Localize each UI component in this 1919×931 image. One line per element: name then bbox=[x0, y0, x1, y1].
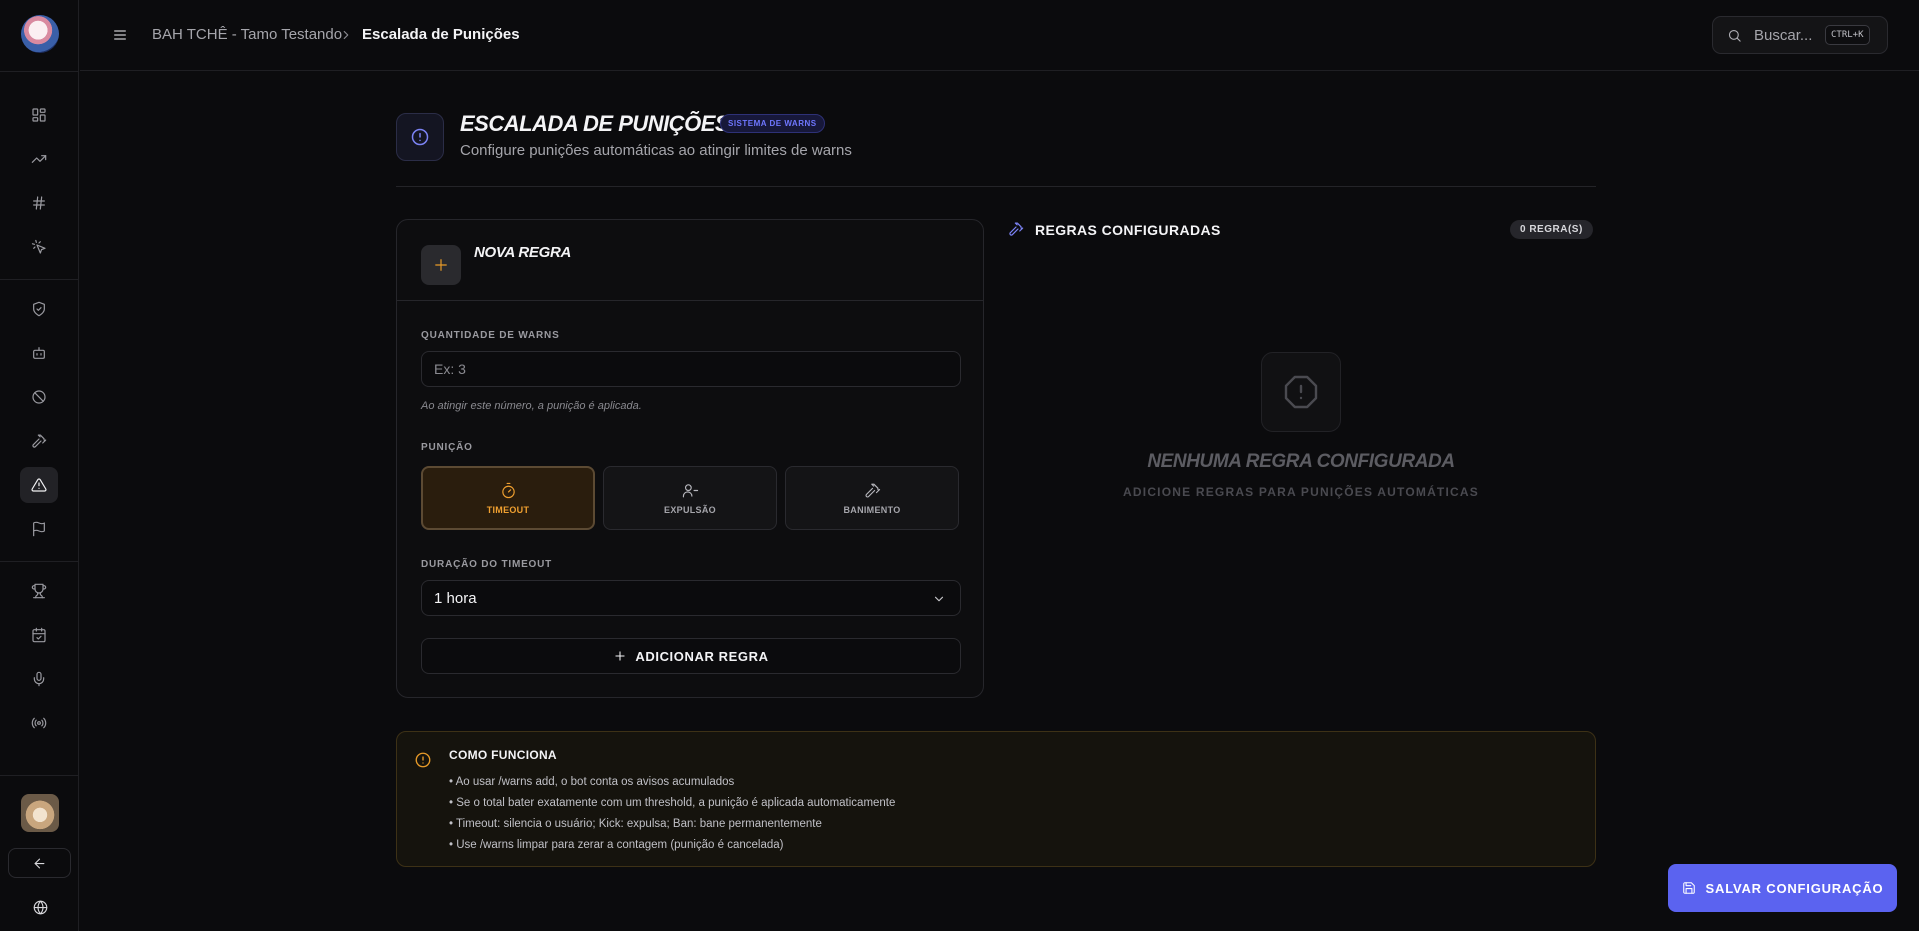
user-avatar[interactable] bbox=[21, 794, 59, 832]
duration-select[interactable]: 1 hora bbox=[421, 580, 961, 616]
hash-icon bbox=[33, 196, 45, 210]
option-ban-label: BANIMENTO bbox=[843, 504, 901, 515]
page-title: ESCALADA DE PUNIÇÕES bbox=[460, 111, 730, 136]
sidebar bbox=[0, 0, 79, 931]
empty-state-icon-box bbox=[1261, 352, 1341, 432]
dashboard-icon bbox=[32, 108, 46, 122]
alert-circle-icon bbox=[414, 751, 432, 769]
save-icon bbox=[1682, 882, 1695, 894]
warns-placeholder: Ex: 3 bbox=[434, 361, 466, 377]
add-rule-button[interactable]: ADICIONAR REGRA bbox=[421, 638, 961, 674]
sparkle-icon bbox=[31, 239, 46, 254]
chevron-down-icon bbox=[932, 592, 946, 606]
server-logo[interactable] bbox=[21, 15, 59, 53]
breadcrumb-current: Escalada de Punições bbox=[362, 26, 520, 43]
duration-value: 1 hora bbox=[434, 590, 477, 607]
page-header-icon bbox=[396, 113, 444, 161]
sidebar-item-reports[interactable] bbox=[20, 511, 58, 547]
chevron-right-icon bbox=[339, 28, 353, 42]
sidebar-item-moderation[interactable] bbox=[20, 423, 58, 459]
card-header: NOVA REGRA bbox=[397, 220, 983, 301]
sidebar-item-stats[interactable] bbox=[20, 141, 58, 177]
search-icon bbox=[1728, 29, 1741, 42]
sidebar-divider bbox=[0, 71, 79, 72]
menu-button[interactable] bbox=[110, 26, 130, 44]
hammer-icon bbox=[32, 434, 47, 448]
sidebar-item-channels[interactable] bbox=[20, 185, 58, 221]
arrow-left-icon bbox=[34, 858, 45, 868]
rules-count-badge: 0 REGRA(S) bbox=[1510, 220, 1593, 239]
option-timeout-label: TIMEOUT bbox=[486, 504, 530, 515]
info-title: COMO FUNCIONA bbox=[449, 748, 557, 762]
sidebar-item-automod[interactable] bbox=[20, 335, 58, 371]
calendar-check-icon bbox=[32, 627, 46, 643]
sidebar-divider bbox=[0, 775, 79, 776]
microphone-icon bbox=[33, 671, 45, 687]
sidebar-item-security[interactable] bbox=[20, 291, 58, 327]
option-kick-label: EXPULSÃO bbox=[664, 504, 716, 515]
list-item: • Se o total bater exatamente com um thr… bbox=[449, 797, 896, 809]
bot-icon bbox=[33, 347, 45, 359]
sidebar-item-broadcast[interactable] bbox=[20, 705, 58, 741]
list-item: • Use /warns limpar para zerar a contage… bbox=[449, 839, 784, 851]
breadcrumb-server[interactable]: BAH TCHÊ - Tamo Testando bbox=[152, 26, 342, 43]
ban-icon bbox=[32, 390, 46, 404]
punishment-label: PUNIÇÃO bbox=[421, 442, 473, 453]
sidebar-item-bans[interactable] bbox=[20, 379, 58, 415]
how-it-works-box: COMO FUNCIONA • Ao usar /warns add, o bo… bbox=[396, 731, 1596, 867]
option-kick[interactable]: EXPULSÃO bbox=[603, 466, 777, 530]
warns-hint: Ao atingir este número, a punição é apli… bbox=[421, 400, 642, 412]
sidebar-item-events[interactable] bbox=[20, 617, 58, 653]
plus-icon-box bbox=[421, 245, 461, 285]
user-minus-icon bbox=[682, 483, 698, 497]
globe-icon bbox=[33, 900, 47, 914]
warns-label: QUANTIDADE DE WARNS bbox=[421, 330, 560, 341]
add-rule-label: ADICIONAR REGRA bbox=[635, 648, 769, 664]
search-input[interactable]: Buscar... CTRL+K bbox=[1712, 16, 1888, 54]
sidebar-item-voice[interactable] bbox=[20, 661, 58, 697]
sidebar-item-ranking[interactable] bbox=[20, 573, 58, 609]
system-badge: SISTEMA DE WARNS bbox=[720, 114, 825, 133]
warning-triangle-icon bbox=[31, 478, 47, 492]
alert-circle-icon bbox=[411, 128, 429, 146]
rules-title: REGRAS CONFIGURADAS bbox=[1035, 222, 1221, 238]
timer-icon bbox=[501, 482, 515, 498]
duration-label: DURAÇÃO DO TIMEOUT bbox=[421, 559, 553, 570]
plus-icon bbox=[435, 259, 447, 271]
menu-icon bbox=[114, 30, 126, 40]
list-item: • Ao usar /warns add, o bot conta os avi… bbox=[449, 776, 735, 788]
trophy-icon bbox=[31, 583, 47, 599]
new-rule-card: NOVA REGRA QUANTIDADE DE WARNS Ex: 3 Ao … bbox=[396, 219, 984, 698]
search-shortcut: CTRL+K bbox=[1825, 25, 1870, 45]
sidebar-divider bbox=[0, 561, 79, 562]
card-title: NOVA REGRA bbox=[474, 244, 572, 261]
save-config-label: SALVAR CONFIGURAÇÃO bbox=[1705, 880, 1884, 896]
flag-icon bbox=[33, 521, 45, 537]
empty-state-subtitle: ADICIONE REGRAS PARA PUNIÇÕES AUTOMÁTICA… bbox=[1123, 485, 1479, 499]
page-subtitle: Configure punições automáticas ao atingi… bbox=[460, 142, 852, 159]
plus-icon bbox=[615, 651, 625, 661]
sidebar-item-automation[interactable] bbox=[20, 229, 58, 265]
empty-state-title: NENHUMA REGRA CONFIGURADA bbox=[1147, 451, 1455, 472]
option-timeout[interactable]: TIMEOUT bbox=[421, 466, 595, 530]
save-config-button[interactable]: SALVAR CONFIGURAÇÃO bbox=[1668, 864, 1897, 912]
broadcast-icon bbox=[31, 717, 47, 729]
sidebar-divider bbox=[0, 279, 79, 280]
warns-quantity-input[interactable]: Ex: 3 bbox=[421, 351, 961, 387]
info-list: • Ao usar /warns add, o bot conta os avi… bbox=[449, 772, 895, 856]
sidebar-item-warns[interactable] bbox=[20, 467, 58, 503]
sidebar-item-dashboard[interactable] bbox=[20, 97, 58, 133]
option-ban[interactable]: BANIMENTO bbox=[785, 466, 959, 530]
hammer-icon bbox=[864, 483, 880, 498]
header-divider bbox=[396, 186, 1596, 187]
list-item: • Timeout: silencia o usuário; Kick: exp… bbox=[449, 818, 822, 830]
topbar: BAH TCHÊ - Tamo Testando Escalada de Pun… bbox=[80, 0, 1919, 71]
search-placeholder: Buscar... bbox=[1754, 27, 1813, 44]
trending-up-icon bbox=[31, 155, 47, 163]
gavel-icon bbox=[1008, 221, 1024, 237]
octagon-alert-icon bbox=[1284, 375, 1318, 409]
shield-check-icon bbox=[33, 301, 45, 317]
language-button[interactable] bbox=[24, 895, 56, 919]
collapse-sidebar-button[interactable] bbox=[8, 848, 71, 878]
